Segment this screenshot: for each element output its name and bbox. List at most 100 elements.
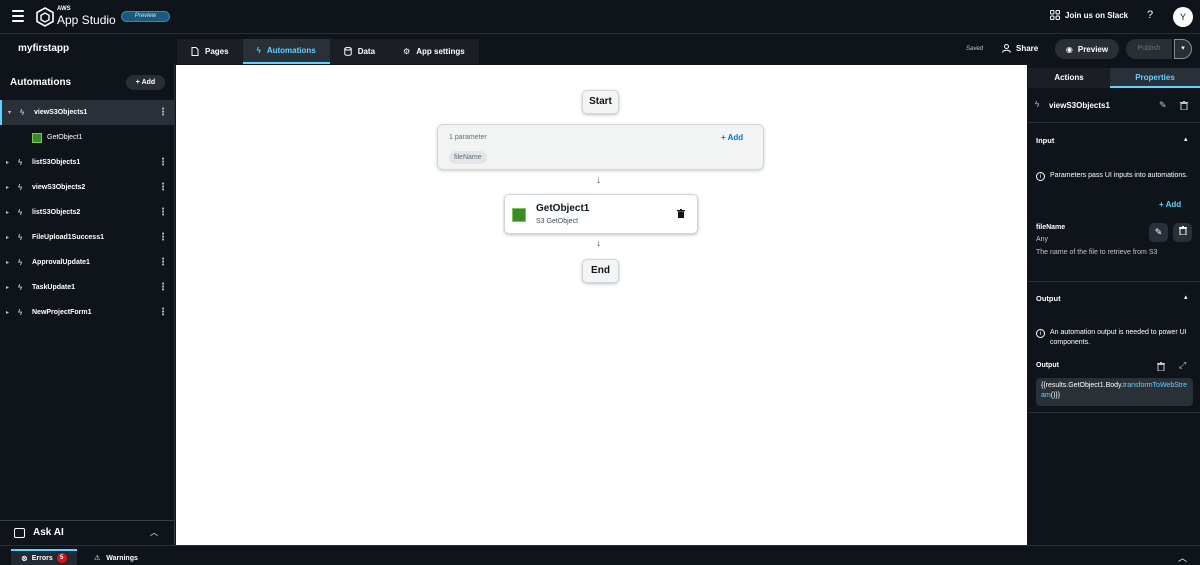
input-info-label: Parameters pass UI inputs into automatio… <box>1050 172 1188 179</box>
top-navigation-bar <box>0 0 1200 34</box>
tab-app-settings[interactable]: ⚙ App settings <box>389 39 479 64</box>
caret-right-icon[interactable]: ▸ <box>6 184 15 191</box>
hamburger-menu-icon[interactable] <box>12 10 24 22</box>
caret-right-icon[interactable]: ▸ <box>6 209 15 216</box>
sidebar-item-label: listS3Objects2 <box>32 209 81 216</box>
tab-automations[interactable]: ϟ Automations <box>242 39 330 64</box>
chevron-up-icon[interactable]: ︿ <box>150 527 158 538</box>
arrow-down-icon: ↓ <box>596 175 601 186</box>
output-code-suffix: ()}} <box>1050 392 1061 399</box>
automation-header: ϟ viewS3Objects1 ✎ <box>1028 90 1200 123</box>
errors-label: Errors <box>31 554 53 562</box>
sidebar-item-fileupload1success1[interactable]: ▸ ϟ FileUpload1Success1 ⋮ <box>0 225 175 250</box>
bolt-icon: ϟ <box>18 208 23 217</box>
app-tabs: Pages ϟ Automations Data ⚙ App settings <box>177 39 479 64</box>
arrow-down-icon: ↓ <box>596 238 601 249</box>
sidebar-item-label: NewProjectForm1 <box>32 309 92 316</box>
sidebar-item-newprojectform1[interactable]: ▸ ϟ NewProjectForm1 ⋮ <box>0 300 175 325</box>
chevron-up-icon[interactable]: ▴ <box>1184 293 1188 301</box>
help-icon[interactable]: ? <box>1147 9 1153 21</box>
ask-ai-panel[interactable]: Ask AI ︿ <box>0 520 175 545</box>
add-parameter-label: Add <box>727 133 744 142</box>
sidebar-item-label: TaskUpdate1 <box>32 284 76 291</box>
bolt-icon: ϟ <box>1035 100 1040 109</box>
sidebar-item-label: viewS3Objects2 <box>32 184 86 191</box>
sidebar-item-label: GetObject1 <box>47 134 83 141</box>
automations-sidebar: Automations + Add ▾ ϟ viewS3Objects1 ⋮ G… <box>0 64 175 545</box>
edit-pencil-icon[interactable]: ✎ <box>1159 100 1167 111</box>
more-options-icon[interactable]: ⋮ <box>158 282 168 293</box>
edit-param-pencil-icon[interactable]: ✎ <box>1149 223 1168 242</box>
tab-data[interactable]: Data <box>330 39 389 64</box>
parameters-box[interactable]: 1 parameter + Add fileName <box>437 124 764 170</box>
expand-icon[interactable]: ⤢ <box>1179 360 1186 371</box>
bolt-icon: ϟ <box>256 46 261 55</box>
chat-icon <box>14 528 25 538</box>
caret-right-icon[interactable]: ▸ <box>6 259 15 266</box>
sidebar-item-approvalupdate1[interactable]: ▸ ϟ ApprovalUpdate1 ⋮ <box>0 250 175 275</box>
end-node[interactable]: End <box>582 259 619 283</box>
add-parameter-button[interactable]: + Add <box>721 133 743 142</box>
more-options-icon[interactable]: ⋮ <box>158 207 168 218</box>
tab-pages-label: Pages <box>205 47 229 56</box>
publish-button[interactable]: Publish <box>1126 39 1172 59</box>
bolt-icon: ϟ <box>18 183 23 192</box>
sidebar-item-getobject1[interactable]: GetObject1 <box>0 125 175 150</box>
chevron-up-icon[interactable]: ︿ <box>1178 551 1187 564</box>
output-expression-editor[interactable]: {{results.GetObject1.Body.transformToWeb… <box>1036 378 1193 406</box>
more-options-icon[interactable]: ⋮ <box>158 107 168 118</box>
step-title: GetObject1 <box>536 203 590 214</box>
gear-icon: ⚙ <box>403 47 411 56</box>
add-automation-button[interactable]: + Add <box>126 75 165 90</box>
caret-right-icon[interactable]: ▸ <box>6 284 15 291</box>
tab-pages[interactable]: Pages <box>177 39 243 64</box>
sidebar-item-lists3objects1[interactable]: ▸ ϟ listS3Objects1 ⋮ <box>0 150 175 175</box>
divider <box>1028 412 1200 413</box>
bolt-icon: ϟ <box>18 283 23 292</box>
more-options-icon[interactable]: ⋮ <box>158 257 168 268</box>
tab-data-label: Data <box>357 47 376 56</box>
sidebar-item-views3objects1[interactable]: ▾ ϟ viewS3Objects1 ⋮ <box>0 100 175 125</box>
errors-tab[interactable]: ⊗ Errors 5 <box>11 549 77 565</box>
action-step-getobject1[interactable]: GetObject1 S3 GetObject <box>504 194 698 234</box>
trash-icon[interactable] <box>1157 362 1165 371</box>
join-slack-link[interactable]: Join us on Slack <box>1065 11 1128 20</box>
trash-icon[interactable] <box>677 209 685 218</box>
sidebar-item-taskupdate1[interactable]: ▸ ϟ TaskUpdate1 ⋮ <box>0 275 175 300</box>
more-options-icon[interactable]: ⋮ <box>158 307 168 318</box>
caret-right-icon[interactable]: ▸ <box>6 159 15 166</box>
start-node[interactable]: Start <box>582 90 619 114</box>
output-info-label: An automation output is needed to power … <box>1050 329 1187 346</box>
sidebar-item-views3objects2[interactable]: ▸ ϟ viewS3Objects2 ⋮ <box>0 175 175 200</box>
bottom-status-bar <box>0 545 1200 565</box>
chevron-up-icon[interactable]: ▴ <box>1184 135 1188 143</box>
tab-properties[interactable]: Properties <box>1110 68 1200 88</box>
preview-button[interactable]: ◉ Preview <box>1055 39 1119 59</box>
more-options-icon[interactable]: ⋮ <box>158 232 168 243</box>
caret-right-icon[interactable]: ▸ <box>6 309 15 316</box>
warnings-tab[interactable]: ⚠ Warnings <box>94 554 138 562</box>
output-section-heading: Output <box>1036 294 1061 303</box>
s3-icon <box>32 132 42 143</box>
add-input-button[interactable]: + Add <box>1159 200 1181 209</box>
tab-app-settings-label: App settings <box>416 47 465 56</box>
caret-right-icon[interactable]: ▸ <box>6 234 15 241</box>
s3-icon <box>512 208 526 222</box>
more-options-icon[interactable]: ⋮ <box>158 182 168 193</box>
trash-icon[interactable] <box>1180 101 1188 110</box>
share-button[interactable]: Share <box>1016 44 1038 53</box>
panel-tabs: Actions Properties <box>1028 68 1200 88</box>
add-automation-label: Add <box>141 79 156 86</box>
delete-param-trash-icon[interactable] <box>1173 223 1192 242</box>
preview-badge: Preview <box>121 11 170 22</box>
user-avatar[interactable]: Y <box>1173 7 1193 27</box>
sidebar-item-lists3objects2[interactable]: ▸ ϟ listS3Objects2 ⋮ <box>0 200 175 225</box>
info-icon: i <box>1036 329 1045 338</box>
caret-down-icon[interactable]: ▾ <box>8 109 17 116</box>
automation-tree: ▾ ϟ viewS3Objects1 ⋮ GetObject1 ▸ ϟ list… <box>0 100 175 325</box>
tab-actions[interactable]: Actions <box>1028 68 1110 88</box>
database-icon <box>344 47 352 56</box>
error-circle-icon: ⊗ <box>21 553 28 563</box>
more-options-icon[interactable]: ⋮ <box>158 157 168 168</box>
parameter-chip[interactable]: fileName <box>449 151 487 164</box>
